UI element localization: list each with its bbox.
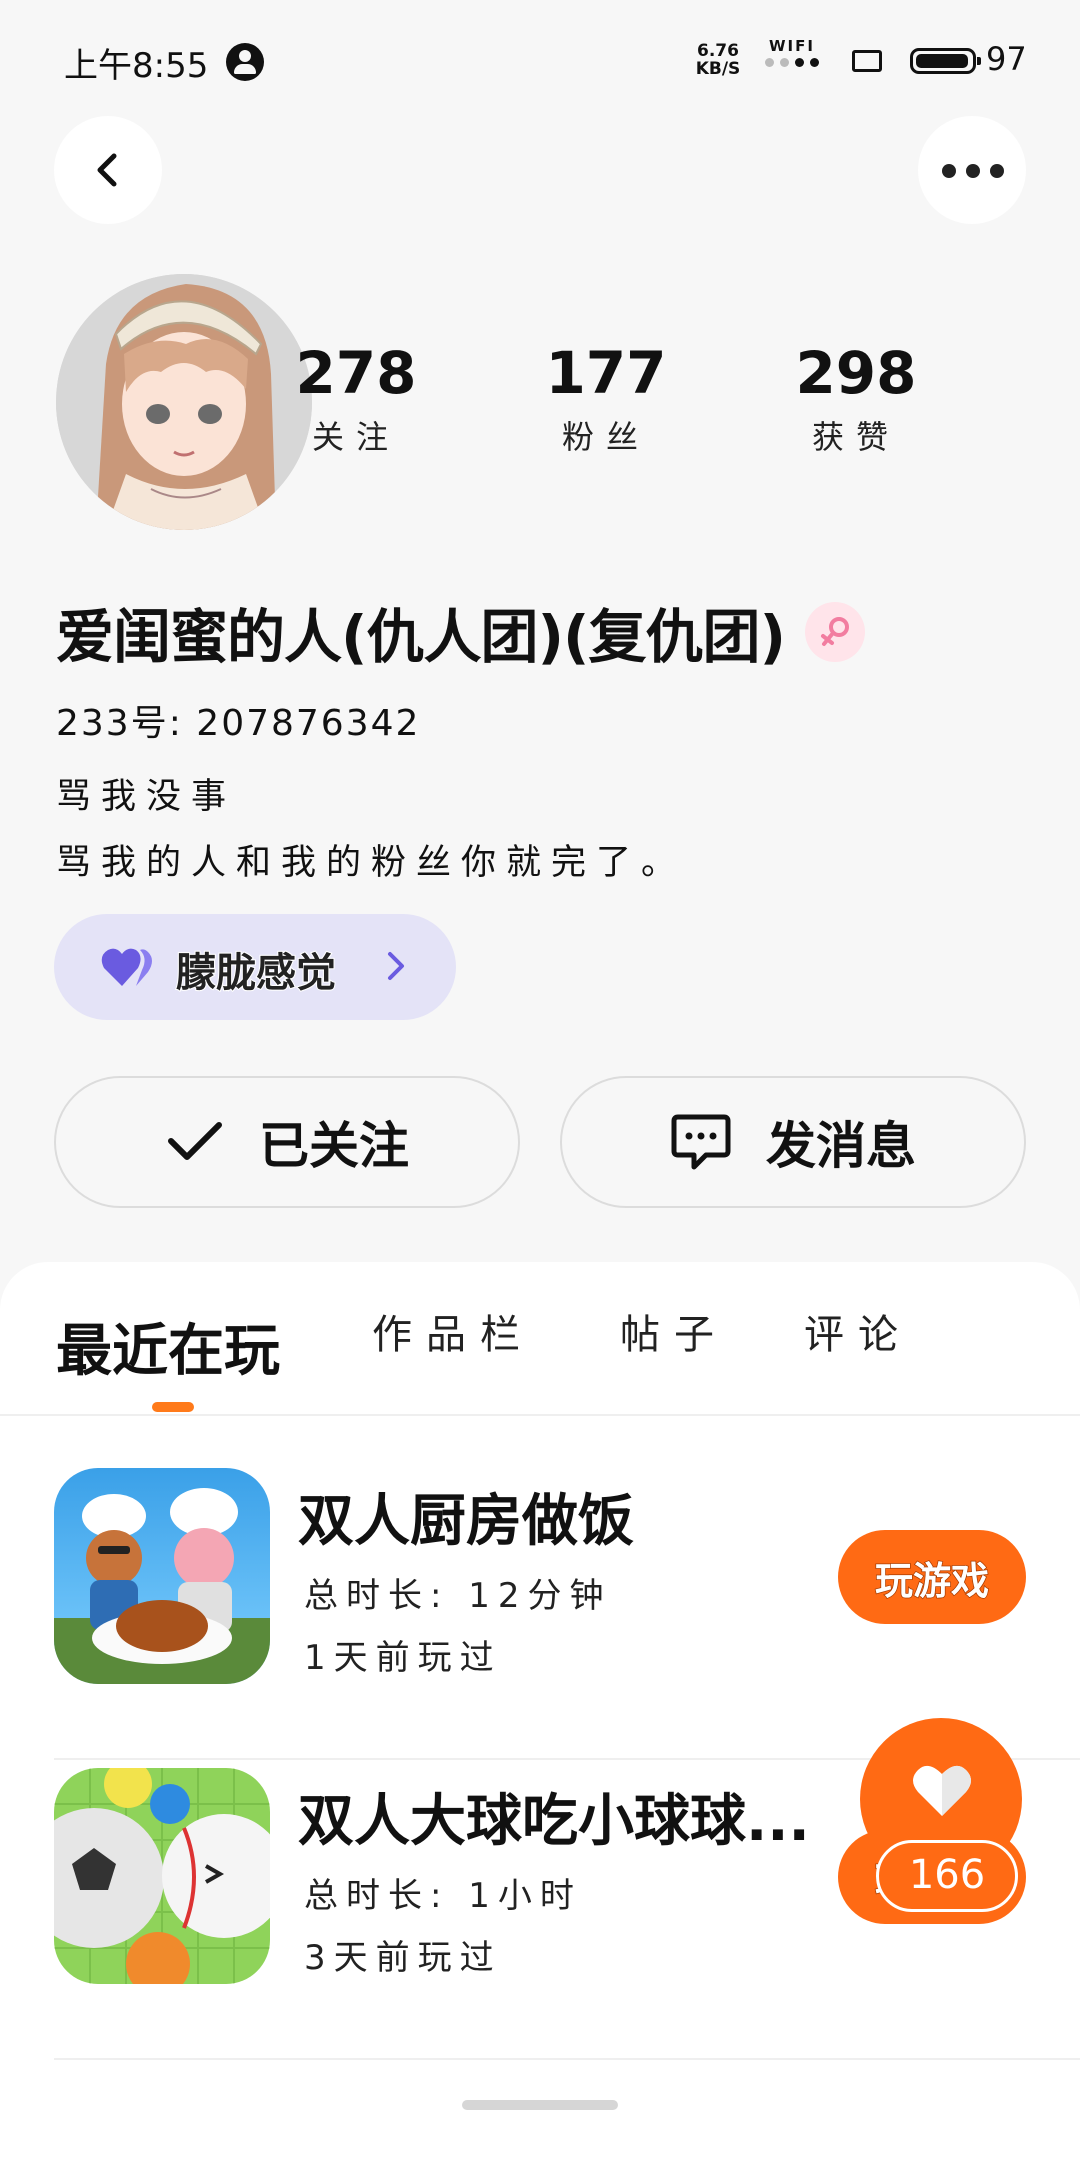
tab-indicator	[152, 1402, 194, 1412]
message-button-label: 发消息	[766, 1117, 916, 1175]
check-icon	[168, 1122, 222, 1160]
network-speed-value: 6.76	[697, 41, 739, 61]
wifi-label: WIFI	[769, 37, 815, 55]
followers-count: 177	[545, 339, 667, 407]
more-button[interactable]	[918, 116, 1026, 224]
game-icon	[54, 1768, 270, 1984]
game-icon	[54, 1468, 270, 1684]
follow-button-label: 已关注	[259, 1117, 409, 1175]
battery-level: 97	[986, 40, 1027, 78]
status-time: 上午8:55	[64, 46, 209, 86]
chat-bubble-icon	[671, 1114, 731, 1170]
profile-page: 上午8:55 6.76 KB/S WIFI 97 278 关注 177 粉丝 2…	[0, 0, 1080, 2160]
likes-count: 298	[795, 339, 917, 407]
bio: 骂我没事 骂我的人和我的粉丝你就完了。	[56, 764, 686, 896]
user-id: 233号: 207876342	[56, 703, 421, 744]
play-game-button[interactable]: 玩游戏	[838, 1530, 1026, 1624]
back-button[interactable]	[54, 116, 162, 224]
tab-works[interactable]: 作品栏	[372, 1302, 534, 1360]
game-title: 双人厨房做饭	[298, 1489, 634, 1554]
heart-icon	[913, 1765, 971, 1816]
more-dots-icon	[942, 164, 1004, 178]
heart-icon	[101, 948, 152, 986]
chevron-left-icon	[97, 153, 117, 187]
bio-line: 骂我没事	[56, 777, 237, 817]
following-label: 关注	[311, 418, 400, 456]
stat-following[interactable]: 278 关注	[266, 338, 446, 458]
screen-icon	[852, 50, 882, 72]
game-duration: 总时长: 1小时	[304, 1876, 582, 1916]
followers-label: 粉丝	[561, 418, 650, 456]
content-card: 最近在玩 作品栏 帖子 评论 双人厨房做饭 总时长: 12分钟 1天前玩过 玩游…	[0, 1262, 1080, 2160]
game-last-played: 1天前玩过	[304, 1638, 502, 1678]
tab-recently-played[interactable]: 最近在玩	[56, 1306, 280, 1387]
game-title: 双人大球吃小球球...	[298, 1789, 810, 1854]
following-count: 278	[295, 339, 417, 407]
network-speed-unit: KB/S	[695, 59, 741, 79]
home-indicator[interactable]	[462, 2100, 618, 2110]
user-status-icon	[226, 43, 264, 81]
network-speed: 6.76 KB/S	[690, 42, 746, 78]
status-bar: 上午8:55 6.76 KB/S WIFI 97	[0, 0, 1080, 120]
name-row: 爱闺蜜的人(仇人团)(复仇团)	[56, 590, 866, 674]
female-gender-icon	[805, 602, 866, 662]
bio-line: 骂我的人和我的粉丝你就完了。	[56, 843, 687, 883]
mood-tag[interactable]: 朦胧感觉	[54, 914, 456, 1020]
tab-bar: 最近在玩 作品栏 帖子 评论	[0, 1262, 1080, 1412]
tab-posts[interactable]: 帖子	[620, 1302, 728, 1360]
mood-tag-label: 朦胧感觉	[175, 949, 337, 997]
likes-label: 获赞	[811, 418, 900, 456]
game-duration: 总时长: 12分钟	[304, 1576, 612, 1616]
chevron-right-icon	[388, 952, 404, 980]
divider	[54, 2058, 1080, 2060]
username: 爱闺蜜的人(仇人团)(复仇团)	[56, 603, 786, 671]
battery-icon	[910, 48, 981, 74]
message-button[interactable]: 发消息	[560, 1076, 1026, 1208]
stat-likes[interactable]: 298 获赞	[766, 338, 946, 458]
follow-button[interactable]: 已关注	[54, 1076, 520, 1208]
game-last-played: 3天前玩过	[304, 1938, 502, 1978]
like-count-badge: 166	[876, 1840, 1018, 1912]
stat-followers[interactable]: 177 粉丝	[516, 338, 696, 458]
divider	[0, 1414, 1080, 1416]
wifi-icon: WIFI	[756, 38, 828, 67]
tab-comments[interactable]: 评论	[804, 1302, 912, 1360]
